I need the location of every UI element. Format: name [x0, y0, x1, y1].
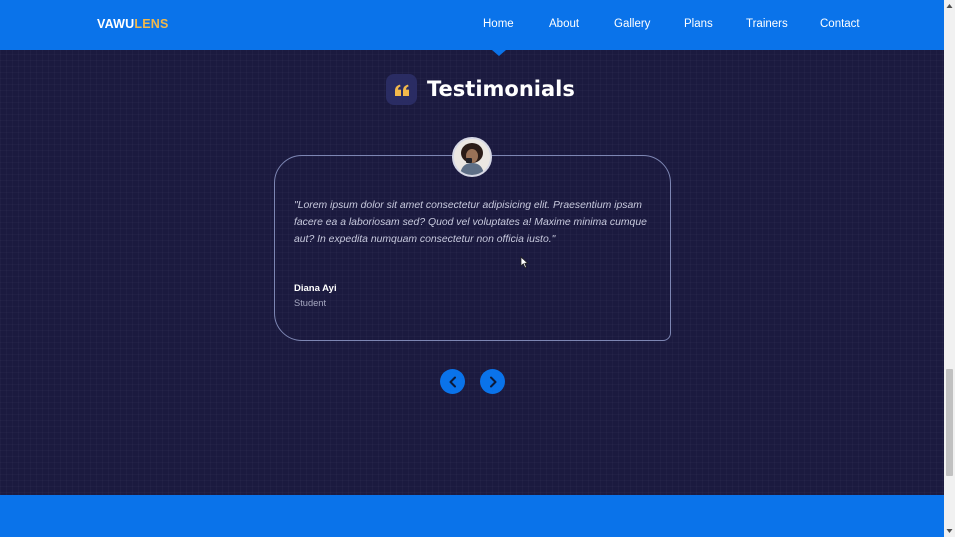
avatar [452, 137, 492, 177]
mouse-cursor-icon [520, 256, 529, 269]
nav-gallery[interactable]: Gallery [614, 18, 650, 30]
nav-home[interactable]: Home [483, 18, 514, 30]
author-role: Student [294, 298, 327, 308]
avatar-photo [454, 139, 490, 175]
nav-trainers[interactable]: Trainers [746, 18, 788, 30]
nav-contact[interactable]: Contact [820, 18, 860, 30]
chevron-right-icon [489, 376, 496, 387]
next-button[interactable] [480, 369, 505, 394]
prev-button[interactable] [440, 369, 465, 394]
page: VAWULENS Home About Gallery Plans Traine… [0, 0, 944, 537]
section-title: Testimonials [427, 77, 575, 101]
scrollbar[interactable] [944, 0, 955, 537]
chevron-left-icon [449, 376, 456, 387]
testimonial-card [274, 155, 671, 341]
nav-about[interactable]: About [549, 18, 579, 30]
active-nav-indicator [492, 50, 506, 56]
author-name: Diana Ayi [294, 283, 337, 294]
scroll-up-icon[interactable] [946, 3, 953, 9]
nav-plans[interactable]: Plans [684, 18, 713, 30]
testimonial-quote: "Lorem ipsum dolor sit amet consectetur … [294, 200, 647, 245]
scroll-down-icon[interactable] [946, 528, 953, 534]
footer-section [0, 495, 944, 537]
nav-links: Home About Gallery Plans Trainers Contac… [0, 18, 944, 34]
navbar: VAWULENS Home About Gallery Plans Traine… [0, 0, 944, 50]
scroll-thumb[interactable] [946, 369, 953, 476]
quote-icon [386, 74, 417, 105]
